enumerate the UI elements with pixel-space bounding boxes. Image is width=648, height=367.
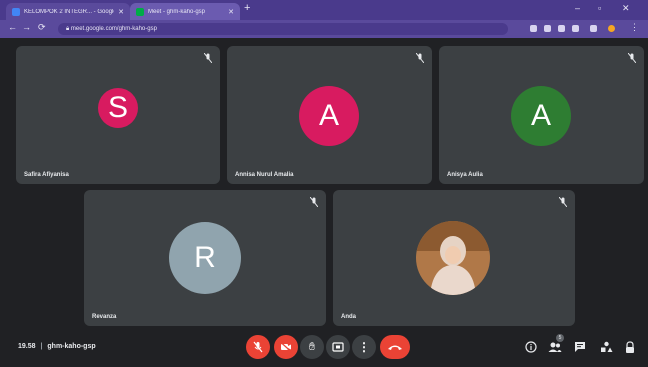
profile-avatar-icon[interactable]	[608, 25, 615, 32]
mic-toggle-button[interactable]	[246, 335, 270, 359]
participant-tile[interactable]: A Anisya Aulia	[439, 46, 644, 184]
present-screen-icon	[332, 342, 344, 352]
participant-name: Anisya Aulia	[447, 172, 483, 178]
browser-tab-meet[interactable]: Meet - ghm-kaho-gsp ✕	[130, 3, 240, 20]
activities-button[interactable]	[597, 338, 615, 356]
new-tab-icon[interactable]: +	[244, 2, 250, 14]
people-icon	[548, 342, 562, 352]
maximize-icon[interactable]: ▫	[598, 3, 601, 13]
participant-tile[interactable]: A Annisa Nurul Amalia	[227, 46, 432, 184]
meeting-time: 19.58	[18, 343, 36, 350]
extension-icon[interactable]	[558, 25, 565, 32]
leave-call-button[interactable]	[380, 335, 410, 359]
mic-off-icon	[628, 53, 636, 63]
chat-icon	[575, 342, 585, 352]
close-tab-icon[interactable]: ✕	[118, 8, 124, 16]
extension-icon[interactable]	[572, 25, 579, 32]
back-icon[interactable]: ←	[8, 22, 17, 32]
participant-name: Safira Afiyanisa	[24, 172, 69, 178]
mic-off-icon	[204, 53, 212, 63]
present-button[interactable]	[326, 335, 350, 359]
more-options-button[interactable]: ⋮	[352, 335, 376, 359]
meet-favicon-icon	[136, 7, 144, 16]
extension-icon[interactable]	[530, 25, 537, 32]
self-avatar-photo	[416, 221, 490, 295]
shapes-icon	[600, 341, 612, 352]
forward-icon[interactable]: →	[22, 22, 31, 32]
info-icon	[525, 341, 537, 353]
participant-tile[interactable]: S Safira Afiyanisa	[16, 46, 220, 184]
chat-button[interactable]	[571, 338, 589, 356]
avatar: S	[98, 88, 138, 128]
browser-address-bar: ← → ⟳ 🔒︎ meet.google.com/ghm-kaho-gsp ⋮	[0, 20, 648, 38]
mic-off-icon	[416, 53, 424, 63]
close-tab-icon[interactable]: ✕	[228, 8, 234, 16]
browser-tab-bar: KELOMPOK 2 INTEGR... - Google ✕ Meet - g…	[0, 0, 648, 20]
hand-icon: ✋︎	[308, 340, 316, 353]
extension-icon[interactable]	[590, 25, 597, 32]
mic-off-icon	[559, 197, 567, 207]
browser-menu-icon[interactable]: ⋮	[630, 22, 639, 33]
more-vert-icon: ⋮	[358, 340, 370, 354]
participant-name: Anda	[341, 314, 356, 320]
hang-up-icon	[388, 345, 402, 350]
browser-tab-docs[interactable]: KELOMPOK 2 INTEGR... - Google ✕	[6, 3, 130, 20]
participant-tile[interactable]: R Revanza	[84, 190, 326, 326]
meeting-info: 19.58 | ghm-kaho-gsp	[18, 343, 96, 350]
reload-icon[interactable]: ⟳	[38, 22, 46, 33]
docs-favicon-icon	[12, 7, 20, 16]
meeting-details-button[interactable]	[522, 338, 540, 356]
tab-title: KELOMPOK 2 INTEGR... - Google	[24, 8, 115, 15]
meeting-code: ghm-kaho-gsp	[47, 343, 96, 350]
extension-icon[interactable]	[544, 25, 551, 32]
participant-count-badge: 5	[556, 334, 564, 342]
lock-person-icon	[626, 340, 634, 353]
lock-icon: 🔒︎	[66, 26, 70, 32]
avatar: A	[299, 86, 359, 146]
mic-off-icon	[310, 197, 318, 207]
url-text: meet.google.com/ghm-kaho-gsp	[70, 26, 157, 32]
url-field[interactable]: 🔒︎ meet.google.com/ghm-kaho-gsp	[58, 23, 508, 35]
participant-name: Annisa Nurul Amalia	[235, 172, 294, 178]
raise-hand-button[interactable]: ✋︎	[300, 335, 324, 359]
camera-off-icon	[280, 342, 292, 352]
participant-name: Revanza	[92, 314, 117, 320]
host-controls-button[interactable]	[621, 338, 639, 356]
tab-title: Meet - ghm-kaho-gsp	[148, 8, 206, 15]
camera-toggle-button[interactable]	[274, 335, 298, 359]
participant-tile-self[interactable]: Anda	[333, 190, 575, 326]
minimize-icon[interactable]: –	[575, 3, 580, 13]
avatar: R	[169, 222, 241, 294]
window-close-icon[interactable]: ✕	[622, 3, 630, 14]
avatar: A	[511, 86, 571, 146]
mic-off-icon	[253, 341, 263, 353]
